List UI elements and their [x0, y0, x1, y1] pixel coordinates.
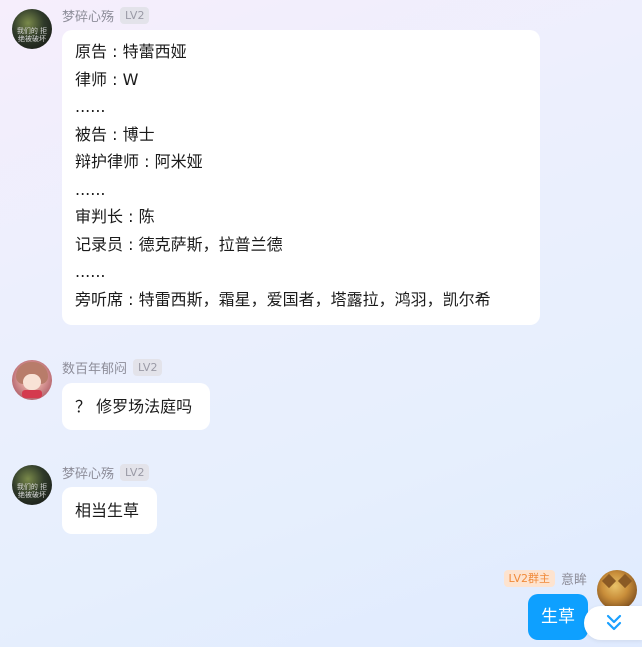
message-line: ......	[75, 262, 106, 281]
avatar[interactable]: 我们的 拒绝被破坏	[12, 9, 52, 49]
sender-line: LV2群主 意眸	[503, 569, 587, 588]
scroll-to-bottom-button[interactable]	[584, 606, 642, 640]
level-badge: LV2	[120, 7, 150, 24]
avatar[interactable]	[597, 570, 637, 610]
level-badge: LV2	[133, 359, 163, 376]
message-bubble[interactable]: ？ 修罗场法庭吗	[62, 383, 210, 430]
message-bubble[interactable]: 相当生草	[62, 487, 157, 534]
avatar-text: 我们的 拒绝被破坏	[16, 483, 48, 499]
sender-line: 梦碎心殇 LV2	[62, 463, 150, 482]
message-bubble[interactable]: 生草	[528, 594, 588, 640]
sender-name[interactable]: 梦碎心殇	[62, 463, 114, 482]
owner-badge: LV2群主	[503, 570, 555, 587]
avatar[interactable]	[12, 360, 52, 400]
avatar-text: 我们的 拒绝被破坏	[16, 27, 48, 43]
message-bubble[interactable]: 原告 : 特蕾西娅 律师 : W ...... 被告 : 博士 辩护律师 : 阿…	[62, 30, 540, 325]
message-line: 相当生草	[75, 501, 140, 520]
message-line: 记录员 : 德克萨斯，拉普兰德	[75, 234, 283, 254]
message-line: ？ 修罗场法庭吗	[75, 397, 193, 416]
message-line: ......	[75, 179, 106, 199]
sender-name[interactable]: 数百年郁闷	[62, 358, 127, 377]
message-line: 原告 : 特蕾西娅	[75, 42, 187, 61]
level-badge: LV2	[120, 464, 150, 481]
sender-name[interactable]: 意眸	[561, 569, 587, 588]
message-line: 审判长 : 陈	[75, 207, 155, 226]
sender-name[interactable]: 梦碎心殇	[62, 6, 114, 25]
message-line: 旁听席 : 特雷西斯，霜星，爱国者，塔露拉，鸿羽，凯尔希	[75, 289, 491, 309]
avatar[interactable]: 我们的 拒绝被破坏	[12, 465, 52, 505]
message-line: 律师 : W	[75, 69, 139, 89]
message-line: 辩护律师 : 阿米娅	[75, 152, 203, 171]
message-line: ......	[75, 97, 106, 116]
double-chevron-down-icon	[606, 614, 622, 631]
sender-line: 数百年郁闷 LV2	[62, 358, 163, 377]
message-line: 被告 : 博士	[75, 124, 155, 144]
sender-line: 梦碎心殇 LV2	[62, 6, 150, 25]
